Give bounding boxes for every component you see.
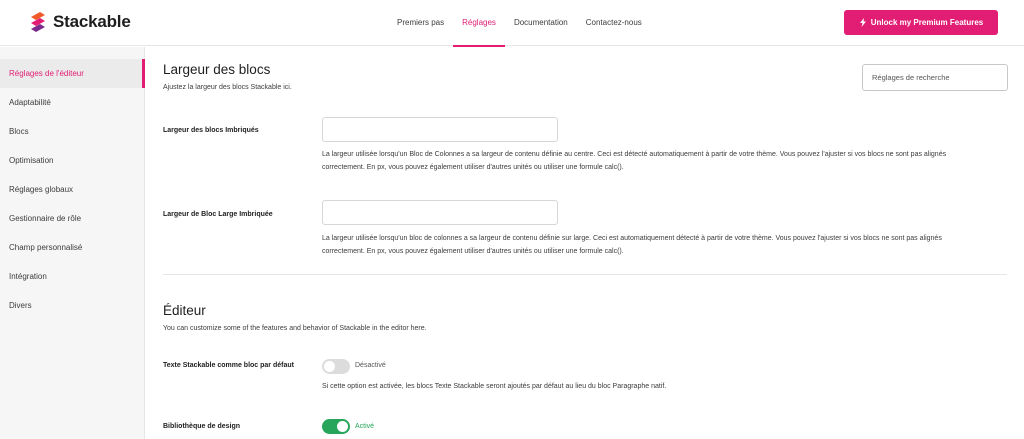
nested-block-width-input[interactable]	[322, 117, 558, 142]
settings-search-input[interactable]	[862, 64, 1008, 91]
sidebar-item-responsiveness[interactable]: Adaptabilité	[0, 88, 144, 117]
design-library-label: Bibliothèque de design	[163, 423, 241, 430]
sidebar-item-optimization[interactable]: Optimisation	[0, 146, 144, 175]
nested-wide-block-width-input[interactable]	[322, 200, 558, 225]
toggle-knob	[324, 361, 335, 372]
logo[interactable]: Stackable	[29, 11, 131, 33]
sidebar-item-role-manager[interactable]: Gestionnaire de rôle	[0, 204, 144, 233]
sidebar-item-integration[interactable]: Intégration	[0, 262, 144, 291]
toggle-knob	[337, 421, 348, 432]
nested-block-width-label: Largeur des blocs Imbriqués	[163, 127, 259, 134]
nav-getting-started[interactable]: Premiers pas	[388, 0, 453, 46]
settings-content: Largeur des blocs Ajustez la largeur des…	[146, 47, 1024, 439]
design-library-toggle[interactable]	[322, 419, 350, 434]
nav-contact[interactable]: Contactez-nous	[577, 0, 651, 46]
nav-documentation[interactable]: Documentation	[505, 0, 577, 46]
top-bar: Stackable Premiers pas Réglages Document…	[0, 0, 1024, 47]
stackable-text-default-label: Texte Stackable comme bloc par défaut	[163, 362, 294, 369]
nested-wide-block-width-help-line1: La largeur utilisée lorsqu'un bloc de co…	[322, 235, 942, 242]
nested-block-width-help-line1: La largeur utilisée lorsqu'un Bloc de Co…	[322, 151, 947, 158]
nested-wide-block-width-help-line2: correctement. En px, vous pouvez égaleme…	[322, 248, 624, 255]
nested-wide-block-width-label: Largeur de Bloc Large Imbriquée	[163, 211, 273, 218]
nested-block-width-help-line2: correctement. En px, vous pouvez égaleme…	[322, 164, 624, 171]
sidebar-item-custom-fields[interactable]: Champ personnalisé	[0, 233, 144, 262]
editor-section-subtitle: You can customize some of the features a…	[163, 325, 427, 332]
nested-wide-block-width-help: La largeur utilisée lorsqu'un bloc de co…	[322, 232, 1002, 258]
top-navigation: Premiers pas Réglages Documentation Cont…	[388, 0, 651, 47]
block-width-subtitle: Ajustez la largeur des blocs Stackable i…	[163, 84, 292, 91]
sidebar-item-editor-settings[interactable]: Réglages de l'éditeur	[0, 59, 145, 88]
nav-settings[interactable]: Réglages	[453, 0, 505, 47]
lightning-icon	[859, 18, 866, 27]
stackable-text-default-toggle[interactable]	[322, 359, 350, 374]
unlock-premium-button[interactable]: Unlock my Premium Features	[844, 10, 998, 35]
stackable-text-default-state: Désactivé	[355, 362, 386, 369]
stackable-logo-icon	[31, 12, 45, 32]
stackable-text-default-help: Si cette option est activée, les blocs T…	[322, 383, 667, 390]
nested-block-width-help: La largeur utilisée lorsqu'un Bloc de Co…	[322, 148, 1002, 174]
app-name: Stackable	[53, 12, 131, 31]
sidebar-item-blocks[interactable]: Blocs	[0, 117, 144, 146]
unlock-premium-label: Unlock my Premium Features	[870, 18, 984, 27]
editor-section-title: Éditeur	[163, 303, 206, 318]
settings-sidebar: Réglages de l'éditeur Adaptabilité Blocs…	[0, 47, 145, 439]
sidebar-item-global-settings[interactable]: Réglages globaux	[0, 175, 144, 204]
sidebar-item-misc[interactable]: Divers	[0, 291, 144, 320]
section-divider	[163, 274, 1007, 275]
block-width-title: Largeur des blocs	[163, 62, 271, 77]
design-library-state: Activé	[355, 423, 375, 430]
